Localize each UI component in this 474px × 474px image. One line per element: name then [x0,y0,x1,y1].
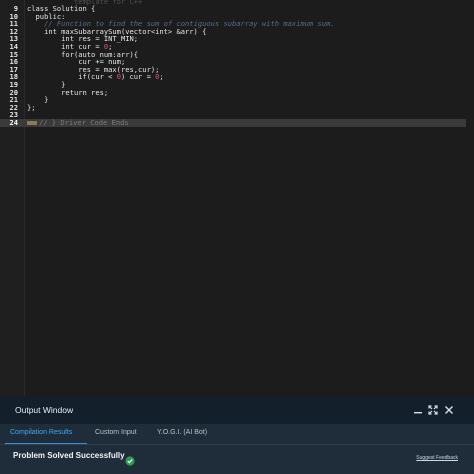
output-window: Output Window Compilation Results Custom… [0,396,474,474]
code-line[interactable]: 22}; [0,104,466,112]
output-window-title: Output Window [15,405,74,415]
code-editor[interactable]: template for C++ 9 class Solution {10 publ… [0,0,474,396]
code-line[interactable]: 9 class Solution { [0,5,466,13]
line-number: 24 [9,118,18,127]
tabs-divider [0,444,474,445]
code-line[interactable]: 18 if(cur < 0) cur = 0; [0,73,466,81]
expand-icon[interactable] [427,404,439,416]
code-line[interactable]: 20 return res; [0,89,466,97]
tab-custom-input[interactable]: Custom Input [95,429,137,436]
code-line[interactable]: 24 // } Driver Code Ends [0,119,466,127]
tab-yogi-ai-bot[interactable]: Y.O.G.I. (AI Bot) [157,429,207,436]
code-line[interactable]: 21 } [0,96,466,104]
code-lines[interactable]: template for C++ 9 class Solution {10 publ… [0,0,466,127]
suggest-feedback-link[interactable]: Suggest Feedback [416,455,458,461]
result-status-text: Problem Solved Successfully [13,451,125,460]
output-tabs: Compilation Results Custom Input Y.O.G.I… [0,424,474,444]
check-circle-icon [125,451,135,466]
minimize-icon[interactable] [412,404,424,416]
tab-compilation-results[interactable]: Compilation Results [10,429,72,436]
result-row: Problem Solved Successfully Suggest Feed… [0,450,474,466]
close-icon[interactable] [443,404,455,416]
code-text[interactable]: // } Driver Code Ends [27,119,129,127]
editor-scrollbar[interactable] [466,0,474,396]
code-text[interactable]: }; [27,104,36,112]
output-window-header: Output Window [0,396,474,424]
